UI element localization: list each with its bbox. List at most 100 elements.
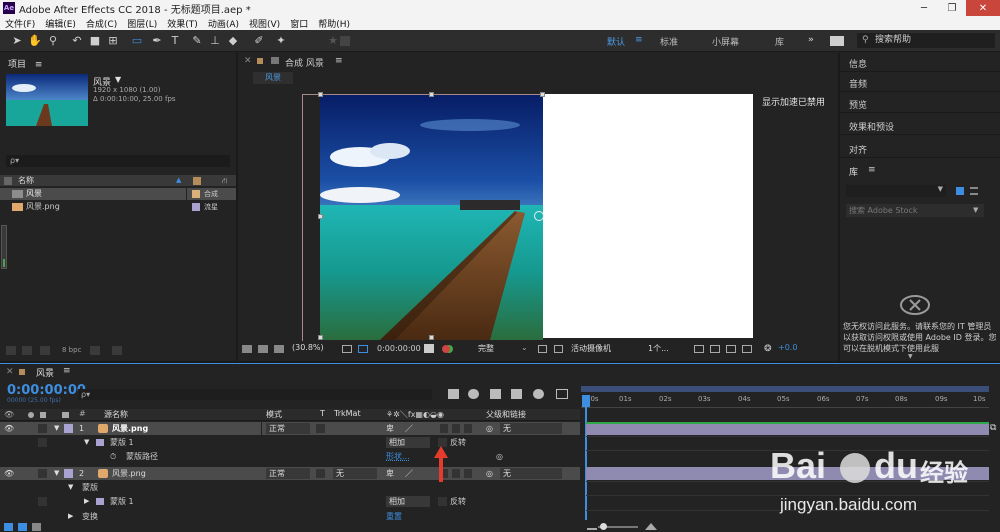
- mask-color[interactable]: [96, 439, 104, 446]
- menu-layer[interactable]: 图层(L): [122, 17, 162, 30]
- label-tag-icon[interactable]: [62, 412, 69, 418]
- type-tool-icon[interactable]: T: [168, 34, 182, 48]
- time-ruler[interactable]: 00s 01s 02s 03s 04s 05s 06s 07s 08s 09s …: [581, 394, 989, 408]
- expand-layer-icon[interactable]: ▼: [54, 422, 59, 435]
- in-out-panes-icon[interactable]: [32, 523, 41, 531]
- quality-switch-icon[interactable]: ／: [405, 422, 413, 435]
- parent-dropdown[interactable]: 无: [500, 423, 562, 434]
- timeline-comp-tab[interactable]: 风景: [36, 366, 54, 379]
- project-panel-title[interactable]: 项目: [8, 60, 26, 70]
- shy-layers-icon[interactable]: [490, 389, 501, 399]
- close-tab-icon[interactable]: ✕: [244, 56, 252, 66]
- bit-depth-button[interactable]: 8 bpc: [62, 346, 81, 354]
- expand-layer-icon[interactable]: ▼: [54, 467, 59, 480]
- menu-view[interactable]: 视图(V): [244, 17, 285, 30]
- layer-label-color[interactable]: [64, 469, 73, 478]
- switches-header-icons[interactable]: ⚘✲＼fx▦◐◒◉: [386, 409, 444, 420]
- adobe-stock-search-input[interactable]: 搜索 Adobe Stock: [846, 204, 984, 217]
- expand-mask-icon[interactable]: ▼: [84, 436, 89, 449]
- sort-ascending-icon[interactable]: ▲: [176, 175, 181, 186]
- info-panel-tab[interactable]: 信息: [840, 53, 1000, 72]
- lock-toggle[interactable]: [38, 497, 47, 506]
- mask-mode-dropdown[interactable]: 相加: [386, 437, 430, 448]
- layer-number-column[interactable]: #: [79, 409, 86, 418]
- switch-box[interactable]: [464, 469, 472, 478]
- mask-row[interactable]: ▶ 蒙版 1 相加 反转: [0, 495, 580, 508]
- av-features-icon[interactable]: 👁: [4, 410, 14, 419]
- delete-icon[interactable]: [90, 346, 100, 355]
- current-time-display[interactable]: 0:00:00:00: [377, 344, 421, 353]
- lock-toggle[interactable]: [38, 469, 47, 478]
- libraries-menu-icon[interactable]: ≡: [868, 165, 876, 175]
- collapse-mask-icon[interactable]: ▶: [84, 495, 89, 508]
- brush-tool-icon[interactable]: ✎: [190, 34, 204, 48]
- workspace-small-screen[interactable]: 小屏幕: [712, 35, 739, 48]
- minimize-button[interactable]: ─: [910, 0, 938, 16]
- motion-blur-icon[interactable]: [533, 389, 544, 399]
- workspace-libraries[interactable]: 库: [775, 35, 784, 48]
- close-button[interactable]: ✕: [966, 0, 1000, 16]
- menu-window[interactable]: 窗口: [285, 17, 313, 30]
- search-help-input[interactable]: ⚲ 搜索帮助: [857, 33, 995, 48]
- project-item-row[interactable]: 风景.png 流星: [0, 201, 236, 213]
- library-select[interactable]: ▼: [846, 185, 946, 197]
- property-row[interactable]: ⏱ 蒙版路径 形状... ◎: [0, 450, 580, 463]
- visibility-eye-icon[interactable]: 👁: [4, 467, 14, 480]
- comp-button-icon[interactable]: ⧉: [990, 423, 996, 433]
- view-layout-dropdown[interactable]: 1个...: [648, 343, 669, 354]
- selection-tool-icon[interactable]: ➤: [10, 34, 24, 48]
- resolution-chevron-icon[interactable]: ⌄: [521, 343, 528, 352]
- mask-pick-whip-icon[interactable]: ◎: [496, 450, 503, 463]
- zoom-slider-handle[interactable]: [600, 523, 607, 530]
- mask-name[interactable]: 蒙版 1: [110, 436, 134, 449]
- mode-header[interactable]: 模式: [266, 409, 282, 420]
- visibility-eye-icon[interactable]: 👁: [4, 422, 14, 435]
- stopwatch-icon[interactable]: ⏱: [110, 450, 116, 463]
- layer-name[interactable]: 风景.png: [112, 467, 146, 480]
- toggle-icon[interactable]: [340, 36, 350, 46]
- menu-animation[interactable]: 动画(A): [203, 17, 244, 30]
- stock-dropdown-icon[interactable]: ▼: [973, 206, 978, 214]
- roto-brush-tool-icon[interactable]: ✐: [252, 34, 266, 48]
- project-menu-icon[interactable]: ≡: [35, 60, 43, 70]
- transparency-grid-icon[interactable]: [358, 345, 368, 353]
- scrollbar[interactable]: [1, 225, 7, 269]
- invert-checkbox[interactable]: [438, 497, 447, 506]
- toggle-pixel-icon[interactable]: [710, 345, 720, 353]
- workspace-default[interactable]: 默认: [607, 35, 625, 48]
- trash-icon[interactable]: [112, 346, 122, 355]
- audio-panel-tab[interactable]: 音频: [840, 73, 1000, 92]
- resolution-dropdown[interactable]: 完整: [478, 343, 494, 354]
- lock-toggle[interactable]: [38, 438, 47, 447]
- puppet-pin-tool-icon[interactable]: ✦: [274, 34, 288, 48]
- menu-file[interactable]: 文件(F): [0, 17, 40, 30]
- layer-label-color[interactable]: [64, 424, 73, 433]
- pen-tool-icon[interactable]: ✒: [150, 34, 164, 48]
- quality-switch-icon[interactable]: ／: [405, 467, 413, 480]
- maximize-button[interactable]: ❐: [938, 0, 966, 16]
- name-column-header[interactable]: 名称: [18, 175, 34, 186]
- flowchart-view-icon[interactable]: [742, 345, 752, 353]
- preserve-transparency-checkbox[interactable]: [316, 424, 325, 433]
- transparency-icon[interactable]: [554, 345, 563, 353]
- landscape-layer-image[interactable]: [320, 95, 543, 340]
- list-view-icon[interactable]: [970, 187, 978, 195]
- magnification-dropdown[interactable]: (30.8%): [292, 343, 324, 352]
- masks-group-row[interactable]: ▼ 蒙版: [0, 481, 580, 494]
- monitor-icon[interactable]: [258, 345, 268, 353]
- transfer-controls-icon[interactable]: [18, 523, 27, 531]
- mask-visibility-icon[interactable]: [274, 345, 284, 353]
- view-options-icon[interactable]: [694, 345, 704, 353]
- project-search-input[interactable]: ρ▾: [6, 155, 230, 167]
- flowchart-icon[interactable]: ⛙: [222, 175, 228, 186]
- lock-toggle[interactable]: [38, 424, 47, 433]
- shy-switch-icon[interactable]: 卑: [386, 422, 394, 435]
- menu-effect[interactable]: 效果(T): [162, 17, 203, 30]
- safe-zones-icon[interactable]: [342, 345, 352, 353]
- pan-behind-tool-icon[interactable]: ⊞: [106, 34, 120, 48]
- zoom-in-icon[interactable]: [645, 523, 657, 530]
- zoom-out-icon[interactable]: [587, 522, 597, 530]
- layer-row[interactable]: 👁 ▼ 2 风景.png 正常 无 卑 ／ ◎ 无: [0, 467, 580, 480]
- interpret-footage-icon[interactable]: [6, 346, 16, 355]
- mask-name[interactable]: 蒙版 1: [110, 495, 134, 508]
